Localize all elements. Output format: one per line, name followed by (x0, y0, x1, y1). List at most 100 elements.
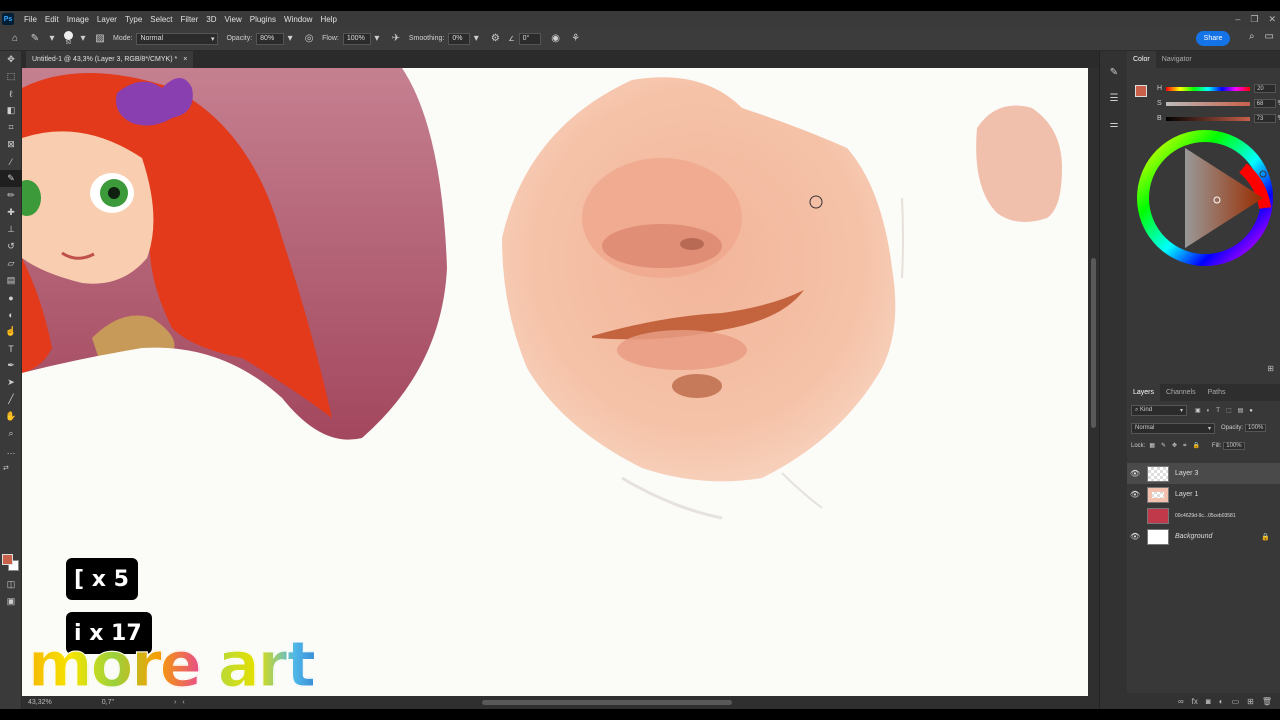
menu-edit[interactable]: Edit (41, 15, 63, 24)
chevron-down-icon[interactable]: ▾ (373, 32, 381, 46)
tab-channels[interactable]: Channels (1160, 384, 1202, 401)
close-window-icon[interactable]: ✕ (1268, 14, 1276, 25)
menu-filter[interactable]: Filter (177, 15, 203, 24)
menu-type[interactable]: Type (121, 15, 146, 24)
mode-select[interactable]: Normal ▾ (136, 32, 219, 45)
layer-row-layer-1[interactable]: 👁 Layer 1 (1127, 484, 1280, 505)
menu-window[interactable]: Window (280, 15, 316, 24)
eye-icon[interactable]: 👁 (1127, 490, 1143, 499)
crop-tool-icon[interactable]: ⌗ (0, 119, 22, 136)
swap-colors-icon[interactable]: ⇄ (0, 459, 22, 476)
layer-row-reference[interactable]: 00c4629d-9c...05ceb03581 (1127, 505, 1280, 526)
color-wheel[interactable] (1135, 128, 1275, 268)
frame-tool-icon[interactable]: ⊠ (0, 136, 22, 153)
airbrush-icon[interactable]: ✈ (389, 32, 403, 46)
vertical-scroll-thumb[interactable] (1091, 258, 1096, 428)
tab-paths[interactable]: Paths (1202, 384, 1232, 401)
eraser-tool-icon[interactable]: ▱ (0, 255, 22, 272)
menu-layer[interactable]: Layer (93, 15, 121, 24)
type-tool-icon[interactable]: T (0, 340, 22, 357)
layer-row-layer-3[interactable]: 👁 Layer 3 (1127, 463, 1280, 484)
more-tools-icon[interactable]: … (0, 442, 22, 459)
foreground-color-swatch[interactable] (2, 554, 13, 565)
saturation-value[interactable]: 68 (1253, 99, 1276, 108)
gear-icon[interactable]: ⚙ (488, 32, 502, 46)
share-button[interactable]: Share (1196, 31, 1230, 46)
folder-icon[interactable]: ▭ (1232, 697, 1240, 706)
chevron-down-icon[interactable]: ▾ (48, 32, 56, 46)
eye-icon[interactable]: 👁 (1127, 469, 1143, 478)
eye-icon[interactable]: 👁 (1127, 532, 1143, 541)
hue-slider[interactable] (1166, 86, 1251, 91)
smoothing-input[interactable]: 0% (448, 32, 471, 45)
pencil-tool-icon[interactable]: ✏ (0, 187, 22, 204)
search-icon[interactable]: ⌕ (1249, 31, 1255, 42)
menu-help[interactable]: Help (316, 15, 340, 24)
zoom-tool-icon[interactable]: ⌕ (0, 425, 22, 442)
new-layer-icon[interactable]: ⊞ (1247, 697, 1254, 706)
move-tool-icon[interactable]: ✥ (0, 51, 22, 68)
horizontal-scroll-thumb[interactable] (482, 700, 732, 705)
brush-preset-picker[interactable]: 50 (64, 31, 73, 46)
history-brush-tool-icon[interactable]: ↺ (0, 238, 22, 255)
brightness-value[interactable]: 73 (1253, 114, 1276, 123)
hue-value[interactable]: 20 (1254, 84, 1277, 93)
lasso-tool-icon[interactable]: ℓ (0, 85, 22, 102)
saturation-slider[interactable] (1165, 101, 1250, 106)
hand-tool-icon[interactable]: ✋ (0, 408, 22, 425)
layer-name[interactable]: Background (1175, 533, 1212, 540)
vertical-scrollbar[interactable] (1088, 68, 1099, 696)
flow-input[interactable]: 100% (342, 32, 371, 45)
symmetry-icon[interactable]: ⚘ (569, 32, 583, 46)
layer-name[interactable]: Layer 1 (1175, 491, 1198, 498)
menu-plugins[interactable]: Plugins (246, 15, 280, 24)
dodge-tool-icon[interactable]: ◐ (0, 306, 22, 323)
workspace-icon[interactable]: ▭ (1265, 31, 1274, 42)
healing-tool-icon[interactable]: ✚ (0, 204, 22, 221)
menu-file[interactable]: File (20, 15, 41, 24)
angle-input[interactable]: 0° (518, 32, 541, 45)
expand-panel-icon[interactable]: ⊞ (1267, 364, 1274, 373)
clone-stamp-tool-icon[interactable]: ⊥ (0, 221, 22, 238)
smudge-tool-icon[interactable]: ☝ (0, 323, 22, 340)
tab-layers[interactable]: Layers (1127, 384, 1161, 401)
blur-tool-icon[interactable]: ● (0, 289, 22, 306)
pen-tool-icon[interactable]: ✒ (0, 357, 22, 374)
path-select-tool-icon[interactable]: ➤ (0, 374, 22, 391)
opacity-input[interactable]: 80% (256, 32, 285, 45)
eyedropper-tool-icon[interactable]: ⁄ (0, 153, 22, 170)
lock-icons[interactable]: ▦✎✥⌗🔒 (1149, 442, 1206, 450)
adjustment-layer-icon[interactable]: ◐ (1219, 697, 1224, 706)
brightness-slider[interactable] (1165, 116, 1250, 121)
pressure-opacity-icon[interactable]: ◎ (302, 32, 316, 46)
foreground-color-chip[interactable] (1135, 85, 1147, 97)
marquee-tool-icon[interactable]: ⬚ (0, 68, 22, 85)
chevron-down-icon[interactable]: ▾ (472, 32, 480, 46)
layer-name[interactable]: Layer 3 (1175, 470, 1198, 477)
canvas[interactable]: [ x 5 i x 17 moreart (22, 68, 1088, 696)
adjustments-panel-icon[interactable]: ☰ (1107, 91, 1121, 105)
restore-icon[interactable]: ❐ (1250, 14, 1258, 25)
menu-image[interactable]: Image (63, 15, 93, 24)
document-tab[interactable]: Untitled-1 @ 43,3% (Layer 3, RGB/8*/CMYK… (26, 51, 194, 68)
fill-value[interactable]: 100% (1223, 442, 1245, 450)
brush-tool-icon[interactable]: ✎ (0, 170, 22, 187)
quick-mask-icon[interactable]: ◫ (0, 576, 22, 593)
menu-view[interactable]: View (221, 15, 246, 24)
layer-opacity-value[interactable]: 100% (1245, 424, 1267, 432)
layer-name[interactable]: 00c4629d-9c...05ceb03581 (1175, 513, 1236, 519)
menu-select[interactable]: Select (146, 15, 176, 24)
kind-filter-select[interactable]: ⌕ Kind ▾ (1131, 404, 1187, 416)
menu-3d[interactable]: 3D (202, 15, 220, 24)
pressure-size-icon[interactable]: ◉ (549, 32, 563, 46)
close-tab-icon[interactable]: × (183, 56, 187, 63)
screen-mode-icon[interactable]: ▣ (0, 593, 22, 610)
object-select-tool-icon[interactable]: ◧ (0, 102, 22, 119)
blend-mode-select[interactable]: Normal ▾ (1131, 422, 1215, 434)
tab-navigator[interactable]: Navigator (1156, 51, 1198, 68)
brush-settings-panel-icon[interactable]: ✎ (1107, 65, 1121, 79)
status-arrow-icon[interactable]: › (174, 699, 176, 706)
mask-icon[interactable]: ◙ (1206, 697, 1211, 706)
line-tool-icon[interactable]: ╱ (0, 391, 22, 408)
layer-filter-icons[interactable]: ▣◐T⬚▤● (1195, 407, 1259, 414)
